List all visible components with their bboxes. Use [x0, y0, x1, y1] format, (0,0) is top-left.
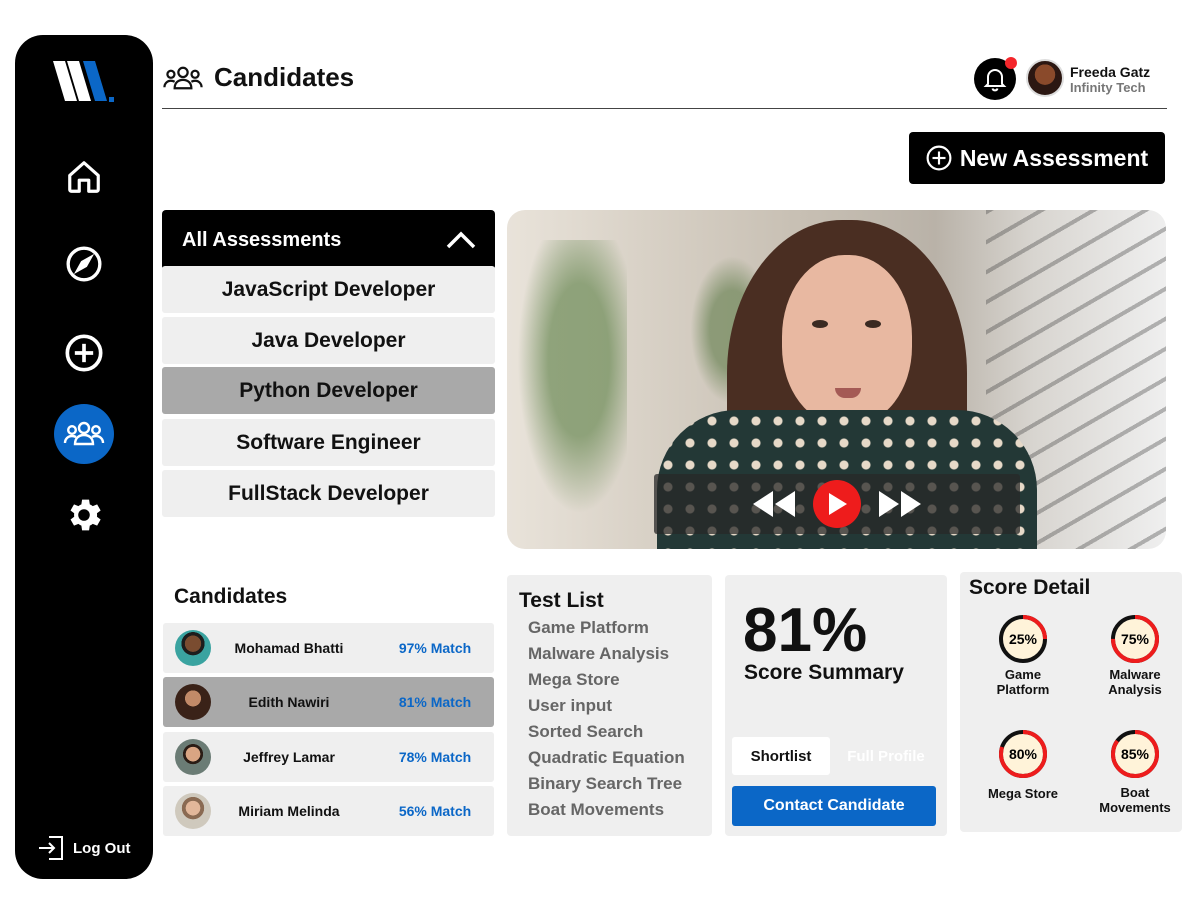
score-gauge: 25% [999, 615, 1047, 663]
logout-label: Log Out [73, 839, 131, 857]
test-list-panel: Test List Game Platform Malware Analysis… [507, 575, 712, 836]
test-list-item[interactable]: Game Platform [528, 618, 649, 638]
candidate-row[interactable]: Mohamad Bhatti 97% Match [163, 623, 494, 673]
chevron-up-icon[interactable] [445, 230, 477, 250]
test-list-title: Test List [519, 589, 604, 612]
candidate-avatar [175, 793, 211, 829]
notification-badge [1005, 57, 1017, 69]
rewind-icon [753, 491, 795, 517]
score-detail-title: Score Detail [969, 576, 1091, 599]
play-icon [829, 493, 847, 515]
candidate-avatar [175, 739, 211, 775]
user-avatar[interactable] [1026, 59, 1064, 97]
contact-candidate-button[interactable]: Contact Candidate [732, 786, 936, 826]
compass-icon[interactable] [54, 234, 114, 294]
test-list-item[interactable]: Sorted Search [528, 722, 643, 742]
logout-icon [39, 836, 63, 860]
shortlist-button[interactable]: Shortlist [732, 737, 830, 775]
candidate-row[interactable]: Jeffrey Lamar 78% Match [163, 732, 494, 782]
candidate-name: Edith Nawiri [248, 694, 330, 710]
video-person-eye [865, 320, 881, 328]
gauge-label-line: Boat [1120, 785, 1150, 800]
gauge-label: Mega Store [973, 786, 1073, 801]
candidates-icon[interactable] [54, 404, 114, 464]
bell-icon [983, 69, 1007, 92]
page: Log Out Candidates Freeda Gatz Infinity … [0, 0, 1200, 900]
app-logo[interactable] [53, 61, 117, 107]
header-divider [162, 108, 1167, 109]
video-person-eye [812, 320, 828, 328]
score-gauge: 80% [999, 730, 1047, 778]
video-controls [654, 474, 1020, 534]
test-list-item[interactable]: Mega Store [528, 670, 620, 690]
gauge-label-line: Analysis [1108, 682, 1162, 697]
score-gauge: 75% [1111, 615, 1159, 663]
fast-forward-button[interactable] [877, 489, 923, 519]
new-assessment-button[interactable]: New Assessment [909, 132, 1165, 184]
user-company: Infinity Tech [1070, 80, 1146, 95]
gauge-label-line: Malware [1109, 667, 1161, 682]
candidate-avatar [175, 684, 211, 720]
candidate-row-selected[interactable]: Edith Nawiri 81% Match [163, 677, 494, 727]
candidate-match: 81% Match [398, 694, 472, 710]
candidate-match: 97% Match [398, 640, 472, 656]
user-name: Freeda Gatz [1070, 64, 1151, 80]
assessment-item[interactable]: Java Developer [162, 317, 495, 364]
gauge-label-line: Platform [996, 682, 1050, 697]
plus-circle-icon [926, 145, 952, 171]
new-assessment-label: New Assessment [959, 144, 1149, 171]
score-gauge: 85% [1111, 730, 1159, 778]
candidates-icon [163, 66, 203, 89]
gauge-label-line: Game [1004, 667, 1042, 682]
candidate-name: Mohamad Bhatti [234, 640, 344, 656]
assessment-item[interactable]: FullStack Developer [162, 470, 495, 517]
candidate-name: Miriam Melinda [238, 803, 340, 819]
full-profile-button[interactable]: Full Profile [836, 737, 936, 775]
gauge-value: 80% [1009, 746, 1038, 762]
video-person-face [782, 255, 912, 425]
play-button[interactable] [813, 480, 861, 528]
plus-circle-icon[interactable] [54, 323, 114, 383]
page-header: Candidates [162, 62, 354, 93]
rewind-button[interactable] [751, 489, 797, 519]
gauge-value: 75% [1121, 631, 1150, 647]
candidate-row[interactable]: Miriam Melinda 56% Match [163, 786, 494, 836]
gauge-label-line: Movements [1099, 800, 1171, 815]
assessments-dropdown-header[interactable]: All Assessments [162, 210, 495, 270]
assessment-item-selected[interactable]: Python Developer [162, 367, 495, 414]
gauge-label-line: Mega Store [987, 786, 1059, 801]
score-summary-label: Score Summary [744, 661, 904, 684]
test-list-item[interactable]: Boat Movements [528, 800, 664, 820]
candidate-name: Jeffrey Lamar [243, 749, 335, 765]
gauge-label: Game Platform [973, 667, 1073, 697]
gauge-value: 85% [1121, 746, 1150, 762]
gear-icon[interactable] [54, 485, 114, 545]
test-list-item[interactable]: User input [528, 696, 612, 716]
candidate-video[interactable] [507, 210, 1166, 549]
score-value: 81% [743, 596, 868, 665]
test-list-item[interactable]: Malware Analysis [528, 644, 669, 664]
notifications-button[interactable] [974, 57, 1017, 100]
logout-button[interactable]: Log Out [37, 835, 130, 861]
score-detail-panel: Score Detail 25% Game Platform 75% Malwa… [960, 572, 1182, 832]
gauge-value: 25% [1009, 631, 1038, 647]
assessment-item[interactable]: JavaScript Developer [162, 266, 495, 313]
assessments-dropdown-label: All Assessments [182, 228, 342, 251]
score-summary-panel: 81% Score Summary Shortlist Full Profile… [725, 575, 947, 836]
test-list-item[interactable]: Quadratic Equation [528, 748, 685, 768]
candidate-avatar [175, 630, 211, 666]
video-background-plant [507, 240, 627, 540]
home-icon[interactable] [54, 147, 114, 207]
gauge-label: Malware Analysis [1085, 667, 1185, 697]
candidates-section-title: Candidates [174, 585, 288, 608]
gauge-label: Boat Movements [1085, 785, 1185, 815]
assessment-item[interactable]: Software Engineer [162, 419, 495, 466]
fast-forward-icon [879, 491, 921, 517]
sidebar: Log Out [15, 35, 153, 879]
test-list-item[interactable]: Binary Search Tree [528, 774, 682, 794]
page-title: Candidates [214, 62, 355, 92]
candidate-match: 56% Match [398, 803, 472, 819]
candidate-match: 78% Match [398, 749, 472, 765]
